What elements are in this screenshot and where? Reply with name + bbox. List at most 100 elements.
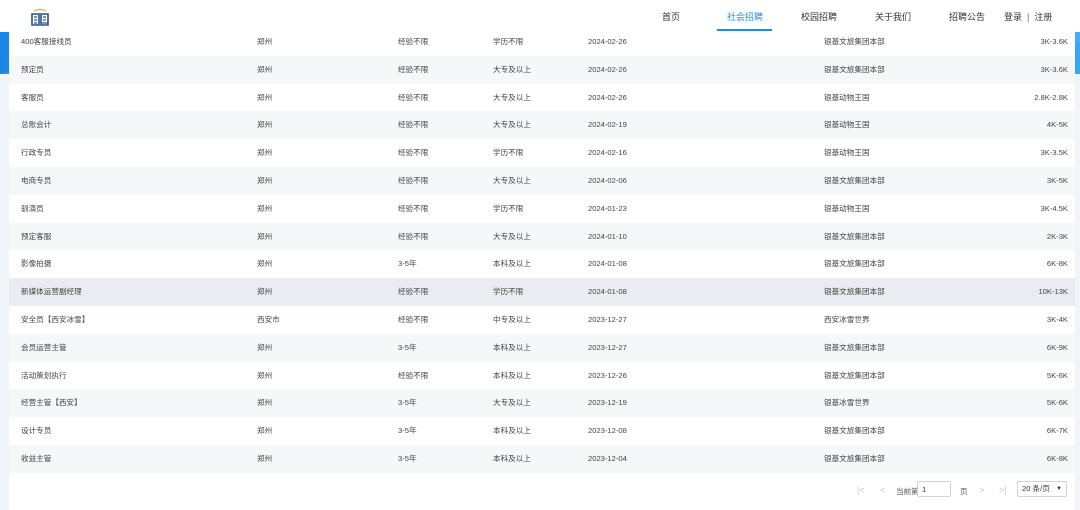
job-date: 2024-02-26 xyxy=(588,64,627,74)
table-row[interactable]: 行政专员 郑州 经验不限 学历不限 2024-02-16 银基动物王国 3K-3.5K xyxy=(9,139,1075,167)
job-company: 银基动物王国 xyxy=(824,92,870,102)
job-education: 大专及以上 xyxy=(493,92,531,102)
first-page-icon[interactable]: |< xyxy=(857,485,865,495)
job-city: 郑州 xyxy=(257,398,273,408)
job-company: 银基动物王国 xyxy=(824,120,870,130)
table-row[interactable]: 电商专员 郑州 经验不限 大专及以上 2024-02-06 银基文旅集团本部 3K-5K xyxy=(9,166,1075,195)
job-experience: 经验不限 xyxy=(398,92,429,102)
job-education: 大专及以上 xyxy=(493,175,531,185)
table-row[interactable]: 设计专员 郑州 3-5年 本科及以上 2023-12-08 银基文旅集团本部 6K-7K xyxy=(9,417,1075,445)
job-salary: 6K-8K xyxy=(1046,259,1068,269)
job-company: 银基文旅集团本部 xyxy=(824,259,885,269)
job-education: 本科及以上 xyxy=(493,370,531,380)
page-number-input[interactable] xyxy=(917,481,951,497)
job-list-panel: 400客服接线员 郑州 经验不限 学历不限 2024-02-26 银基文旅集团本部 3K-3… xyxy=(9,32,1075,510)
job-education: 学历不限 xyxy=(493,148,524,158)
table-row[interactable]: 预定员 郑州 经验不限 大专及以上 2024-02-26 银基文旅集团本部 3K-3.6K xyxy=(9,55,1075,84)
job-experience: 3-5年 xyxy=(398,398,417,408)
job-company: 银基文旅集团本部 xyxy=(824,370,885,380)
job-title: 经营主管【西安】 xyxy=(21,398,82,408)
table-row[interactable]: 客服员 郑州 经验不限 大专及以上 2024-02-26 银基动物王国 2.8K-2.8K xyxy=(9,84,1075,112)
table-row[interactable]: 400客服接线员 郑州 经验不限 学历不限 2024-02-26 银基文旅集团本部 3K-3… xyxy=(9,32,1075,56)
job-title: 驯演员 xyxy=(21,203,44,213)
table-row[interactable]: 影像拍摄 郑州 3-5年 本科及以上 2024-01-08 银基文旅集团本部 6K-8K xyxy=(9,250,1075,278)
job-title: 活动策划执行 xyxy=(21,370,67,380)
page-size-value: 20 条/页 xyxy=(1022,484,1050,493)
job-experience: 3-5年 xyxy=(398,259,417,269)
nav-about-us[interactable]: 关于我们 xyxy=(875,10,911,23)
job-salary: 5K-6K xyxy=(1046,370,1068,380)
job-experience: 经验不限 xyxy=(398,203,429,213)
job-title: 安全员【西安冰雪】 xyxy=(21,314,90,324)
job-experience: 经验不限 xyxy=(398,148,429,158)
table-row[interactable]: 收益主管 郑州 3-5年 本科及以上 2023-12-04 银基文旅集团本部 6K-8K xyxy=(9,444,1075,473)
job-date: 2024-01-10 xyxy=(588,231,627,241)
job-education: 学历不限 xyxy=(493,287,524,297)
table-row[interactable]: 驯演员 郑州 经验不限 学历不限 2024-01-23 银基动物王国 3K-4.5K xyxy=(9,195,1075,223)
job-salary: 3K-3.6K xyxy=(1040,64,1068,74)
job-date: 2023-12-27 xyxy=(588,342,627,352)
job-company: 银基文旅集团本部 xyxy=(824,175,885,185)
job-city: 郑州 xyxy=(257,92,273,102)
job-education: 本科及以上 xyxy=(493,342,531,352)
job-education: 本科及以上 xyxy=(493,259,531,269)
table-row[interactable]: 新媒体运营副经理 郑州 经验不限 学历不限 2024-01-08 银基文旅集团本部 10K-… xyxy=(9,278,1075,306)
nav-home[interactable]: 首页 xyxy=(662,10,680,23)
job-experience: 经验不限 xyxy=(398,120,429,130)
job-city: 西安市 xyxy=(257,314,280,324)
job-education: 学历不限 xyxy=(493,203,524,213)
login-link[interactable]: 登录 xyxy=(1004,12,1022,22)
pagination: |< < 当前第 页 > >| 20 条/页 ▼ xyxy=(9,478,1075,504)
job-salary: 2K-3K xyxy=(1046,231,1068,241)
job-salary: 4K-5K xyxy=(1046,120,1068,130)
job-experience: 3-5年 xyxy=(398,453,417,463)
job-city: 郑州 xyxy=(257,259,273,269)
table-row[interactable]: 总账会计 郑州 经验不限 大专及以上 2024-02-19 银基动物王国 4K-5K xyxy=(9,111,1075,140)
job-date: 2024-02-06 xyxy=(588,175,627,185)
job-salary: 3K-3.5K xyxy=(1040,148,1068,158)
job-education: 大专及以上 xyxy=(493,64,531,74)
job-date: 2024-01-08 xyxy=(588,287,627,297)
job-city: 郑州 xyxy=(257,426,273,436)
job-title: 设计专员 xyxy=(21,426,52,436)
nav-active-underline xyxy=(717,29,772,31)
job-company: 银基文旅集团本部 xyxy=(824,37,885,46)
job-salary: 3K-5K xyxy=(1046,175,1068,185)
job-salary: 3K-4.5K xyxy=(1040,203,1068,213)
table-row[interactable]: 预定客服 郑州 经验不限 大专及以上 2024-01-10 银基文旅集团本部 2K-3K xyxy=(9,222,1075,251)
job-experience: 经验不限 xyxy=(398,64,429,74)
job-city: 郑州 xyxy=(257,37,273,46)
page-size-select[interactable]: 20 条/页 ▼ xyxy=(1017,481,1067,497)
job-city: 郑州 xyxy=(257,342,273,352)
job-date: 2023-12-04 xyxy=(588,453,627,463)
table-row[interactable]: 会员运营主管 郑州 3-5年 本科及以上 2023-12-27 银基文旅集团本部 6K-9K xyxy=(9,333,1075,362)
job-company: 银基文旅集团本部 xyxy=(824,231,885,241)
job-salary: 6K-7K xyxy=(1046,426,1068,436)
nav-social-recruitment[interactable]: 社会招聘 xyxy=(727,10,763,23)
job-date: 2023-12-27 xyxy=(588,314,627,324)
nav-campus-recruitment[interactable]: 校园招聘 xyxy=(801,10,837,23)
register-link[interactable]: 注册 xyxy=(1034,12,1052,22)
job-experience: 经验不限 xyxy=(398,287,429,297)
table-row[interactable]: 经营主管【西安】 郑州 3-5年 大专及以上 2023-12-19 银基冰雪世界 5K-6K xyxy=(9,389,1075,418)
job-date: 2024-01-23 xyxy=(588,203,627,213)
job-education: 大专及以上 xyxy=(493,398,531,408)
job-salary: 10K-13K xyxy=(1038,287,1068,297)
job-salary: 5K-6K xyxy=(1046,398,1068,408)
job-title: 预定客服 xyxy=(21,231,52,241)
nav-recruitment-notice[interactable]: 招聘公告 xyxy=(949,10,985,23)
job-title: 总账会计 xyxy=(21,120,52,130)
job-date: 2023-12-08 xyxy=(588,426,627,436)
job-title: 行政专员 xyxy=(21,148,52,158)
job-experience: 经验不限 xyxy=(398,175,429,185)
job-date: 2024-01-08 xyxy=(588,259,627,269)
next-page-icon[interactable]: > xyxy=(979,485,984,495)
job-company: 银基冰雪世界 xyxy=(824,398,870,408)
table-row[interactable]: 活动策划执行 郑州 经验不限 本科及以上 2023-12-26 银基文旅集团本部 5K-6K xyxy=(9,362,1075,390)
job-city: 郑州 xyxy=(257,148,273,158)
last-page-icon[interactable]: >| xyxy=(999,485,1007,495)
table-row[interactable]: 安全员【西安冰雪】 西安市 经验不限 中专及以上 2023-12-27 西安冰雪世界 3K-… xyxy=(9,306,1075,334)
job-title: 新媒体运营副经理 xyxy=(21,287,82,297)
job-title: 客服员 xyxy=(21,92,44,102)
prev-page-icon[interactable]: < xyxy=(880,485,885,495)
